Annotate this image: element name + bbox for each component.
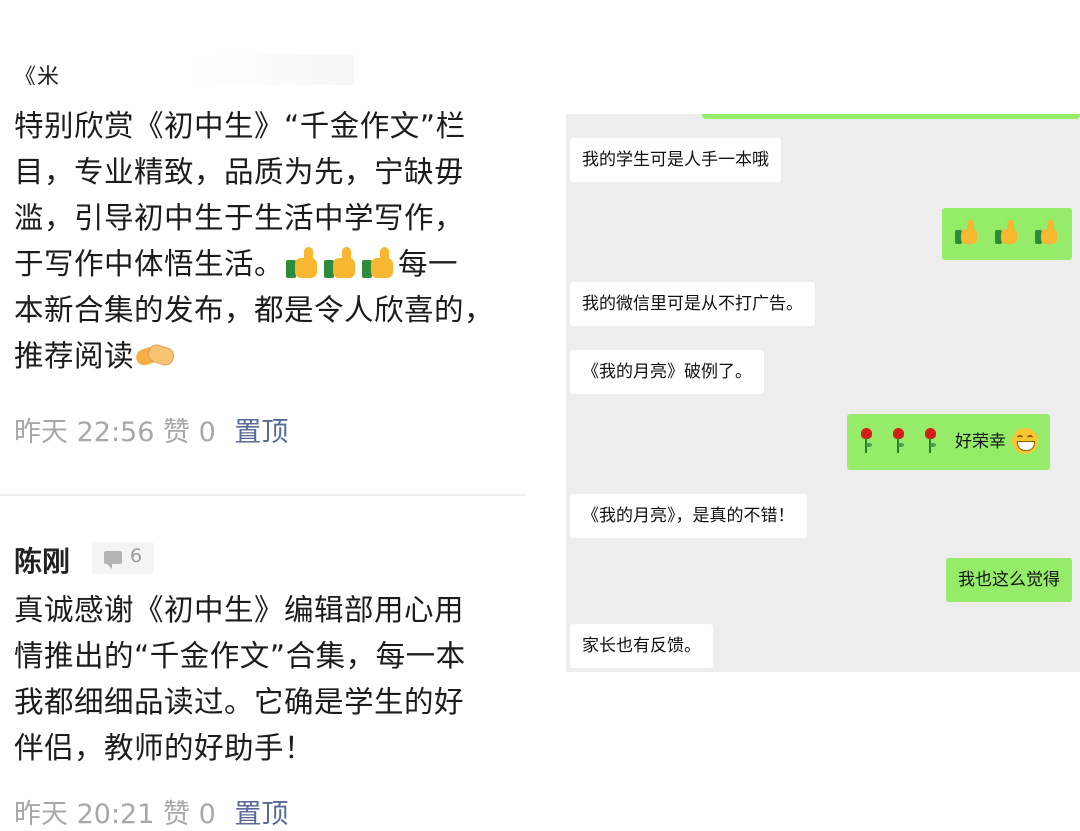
thumbs-up-icon bbox=[1034, 219, 1060, 245]
comment-line: 目，专业精致，品质为先，宁缺毋 bbox=[14, 155, 465, 189]
chat-message-incoming: 家长也有反馈。 bbox=[570, 624, 713, 668]
redaction-blur bbox=[72, 55, 354, 85]
grin-icon bbox=[1012, 428, 1038, 454]
thumbs-up-icon bbox=[994, 219, 1020, 245]
thumbs-up-icon bbox=[954, 219, 980, 245]
comment-meta-2: 昨天 20:21 赞 0 置顶 bbox=[14, 792, 288, 831]
comment-author-header-cropped: 《米 bbox=[14, 55, 354, 85]
chat-message-incoming: 《我的月亮》破例了。 bbox=[570, 350, 764, 394]
chat-message-outgoing: 好荣幸 bbox=[847, 414, 1050, 470]
rose-icon bbox=[891, 428, 905, 454]
comment-body-1: 特别欣赏《初中生》“千金作文”栏 目，专业精致，品质为先，宁缺毋 滥，引导初中生… bbox=[14, 103, 519, 379]
comment-line: 情推出的“千金作文”合集，每一本 bbox=[14, 639, 466, 673]
comment-author: 陈刚 bbox=[14, 545, 71, 578]
chat-message-text: 好荣幸 bbox=[955, 432, 1006, 452]
thumbs-up-icon bbox=[322, 246, 360, 280]
comment-divider bbox=[0, 494, 525, 496]
reply-count-badge[interactable]: 6 bbox=[92, 542, 154, 574]
comment-line: 伴侣，教师的好助手！ bbox=[14, 731, 315, 765]
cropped-outgoing-bubble bbox=[702, 114, 1080, 119]
comment-line: 本新合集的发布，都是令人欣喜的， bbox=[14, 293, 495, 327]
comment-line: 特别欣赏《初中生》“千金作文”栏 bbox=[14, 109, 466, 143]
rose-icon bbox=[859, 428, 873, 454]
chat-message-incoming: 我的学生可是人手一本哦 bbox=[570, 138, 781, 182]
comment-line: 真诚感谢《初中生》编辑部用心用 bbox=[14, 593, 465, 627]
comment-line-tail: 每一 bbox=[398, 247, 459, 281]
comment-time: 昨天 22:56 bbox=[14, 417, 155, 448]
chat-screenshot: 我的学生可是人手一本哦 我的微信里可是从不打广告。 《我的月亮》破例了。 好荣幸… bbox=[566, 114, 1080, 672]
comment-line-text: 推荐阅读 bbox=[14, 339, 135, 373]
comment-line-text: 于写作中体悟生活。 bbox=[14, 247, 285, 281]
comment-body-2: 真诚感谢《初中生》编辑部用心用 情推出的“千金作文”合集，每一本 我都细细品读过… bbox=[14, 587, 519, 771]
comment-author-partial: 《米 bbox=[14, 65, 61, 85]
comment-line: 滥，引导初中生于生活中学写作， bbox=[14, 201, 465, 235]
comment-line-with-emoji: 推荐阅读 bbox=[14, 333, 519, 379]
handshake-icon bbox=[134, 340, 177, 370]
chat-message-incoming: 我的微信里可是从不打广告。 bbox=[570, 282, 815, 326]
thumbs-up-icon bbox=[284, 246, 322, 280]
comment-likes[interactable]: 赞 0 bbox=[163, 417, 216, 448]
chat-message-outgoing bbox=[942, 208, 1072, 260]
rose-icon bbox=[923, 428, 937, 454]
comment-time: 昨天 20:21 bbox=[14, 799, 155, 830]
comment-panel: 《米 特别欣赏《初中生》“千金作文”栏 目，专业精致，品质为先，宁缺毋 滥，引导… bbox=[0, 0, 525, 830]
pin-button[interactable]: 置顶 bbox=[234, 417, 288, 448]
comment-meta-1: 昨天 22:56 赞 0 置顶 bbox=[14, 410, 288, 449]
comment-line: 我都细细品读过。它确是学生的好 bbox=[14, 685, 465, 719]
thumbs-up-icon bbox=[360, 246, 398, 280]
pin-button[interactable]: 置顶 bbox=[234, 799, 288, 830]
comment-likes[interactable]: 赞 0 bbox=[163, 799, 216, 830]
comment-bubble-icon bbox=[104, 551, 122, 569]
chat-message-outgoing: 我也这么觉得 bbox=[946, 558, 1072, 602]
chat-message-incoming: 《我的月亮》，是真的不错！ bbox=[570, 494, 807, 538]
reply-count: 6 bbox=[130, 545, 143, 567]
comment-line-with-emoji: 于写作中体悟生活。 每一 bbox=[14, 241, 519, 287]
